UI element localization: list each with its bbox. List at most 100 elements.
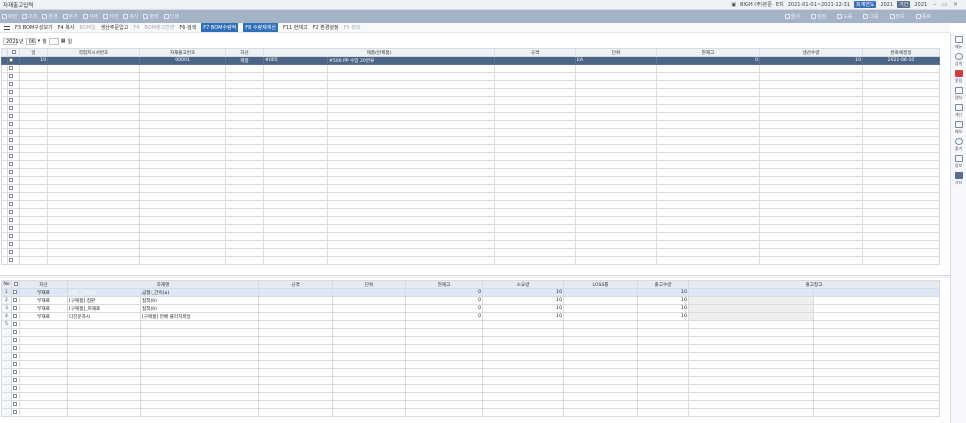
row-checkbox[interactable] (7, 64, 20, 73)
cell-req[interactable] (482, 320, 564, 329)
toolbar-right-button-0[interactable]: 즐겨 (784, 13, 800, 20)
table-row[interactable] (1, 144, 940, 153)
empty-cell[interactable] (759, 88, 863, 97)
toolbar-right-button-1[interactable]: 설정 (810, 13, 826, 20)
checkbox[interactable] (13, 337, 17, 342)
empty-cell[interactable] (575, 184, 657, 193)
cell-spec[interactable] (258, 288, 333, 297)
empty-cell[interactable] (225, 168, 264, 177)
empty-cell[interactable] (19, 128, 48, 137)
empty-cell[interactable] (263, 80, 328, 89)
fkey-button-1[interactable]: F4 복사 (58, 24, 75, 31)
empty-cell[interactable] (494, 152, 576, 161)
empty-cell[interactable] (482, 400, 564, 409)
empty-cell[interactable] (47, 248, 140, 257)
empty-cell[interactable] (862, 120, 940, 129)
table-row[interactable] (1, 152, 940, 161)
empty-cell[interactable] (67, 392, 141, 401)
table-row[interactable]: 3 부재료 [구매품]_피재료 접착(0) 0 10 10 (1, 304, 940, 313)
toolbar-button-6[interactable]: 복사 (123, 13, 138, 20)
empty-cell[interactable] (140, 392, 259, 401)
checkbox[interactable] (9, 113, 13, 118)
table-row[interactable]: 4 부재료 디진문자사 [구매품] 만배 플러치파일 0 10 10 (1, 312, 940, 321)
cell-out[interactable]: 10 (637, 304, 689, 313)
empty-cell[interactable] (47, 112, 140, 121)
checkbox[interactable] (9, 233, 13, 238)
empty-cell[interactable] (563, 376, 638, 385)
cell-out[interactable]: 10 (637, 296, 689, 305)
checkbox[interactable] (13, 393, 17, 398)
empty-cell[interactable] (19, 344, 68, 353)
empty-cell[interactable] (19, 112, 48, 121)
row-checkbox[interactable] (7, 176, 20, 185)
company-name[interactable]: BIGH (주)본준 (740, 1, 772, 8)
empty-cell[interactable] (332, 336, 406, 345)
row-checkbox[interactable] (7, 256, 20, 265)
checkbox[interactable] (13, 353, 17, 358)
checkbox[interactable] (9, 153, 13, 158)
empty-cell[interactable] (759, 112, 863, 121)
checkbox[interactable] (13, 409, 17, 414)
empty-cell[interactable] (563, 384, 638, 393)
cell-req[interactable]: 10 (482, 304, 564, 313)
cell-wh[interactable] (688, 320, 814, 329)
empty-cell[interactable] (482, 408, 564, 417)
empty-cell[interactable] (47, 184, 140, 193)
empty-cell[interactable] (405, 336, 483, 345)
cell-due[interactable]: 2021-06-10 (862, 56, 940, 65)
empty-cell[interactable] (813, 328, 940, 337)
empty-cell[interactable] (494, 168, 576, 177)
empty-cell[interactable] (19, 104, 48, 113)
empty-cell[interactable] (813, 408, 940, 417)
checkbox[interactable] (9, 73, 13, 78)
row-checkbox[interactable] (11, 336, 20, 345)
empty-cell[interactable] (405, 352, 483, 361)
empty-cell[interactable] (47, 104, 140, 113)
row-checkbox[interactable] (7, 136, 20, 145)
empty-cell[interactable] (263, 160, 328, 169)
empty-cell[interactable] (263, 152, 328, 161)
empty-cell[interactable] (563, 344, 638, 353)
empty-cell[interactable] (225, 72, 264, 81)
empty-cell[interactable] (67, 384, 141, 393)
empty-cell[interactable] (862, 256, 940, 265)
empty-cell[interactable] (19, 96, 48, 105)
empty-cell[interactable] (263, 248, 328, 257)
empty-cell[interactable] (575, 136, 657, 145)
checkbox[interactable] (9, 137, 13, 142)
empty-cell[interactable] (759, 200, 863, 209)
empty-cell[interactable] (327, 192, 495, 201)
empty-cell[interactable] (494, 176, 576, 185)
column-header[interactable]: 자산 (19, 280, 68, 289)
cell-asset[interactable]: 부재료 (19, 296, 68, 305)
close-icon[interactable]: ✕ (951, 1, 960, 8)
empty-cell[interactable] (139, 232, 226, 241)
empty-cell[interactable] (263, 232, 328, 241)
empty-cell[interactable] (862, 168, 940, 177)
row-checkbox[interactable] (7, 120, 20, 129)
empty-cell[interactable] (19, 216, 48, 225)
empty-cell[interactable] (494, 144, 576, 153)
row-checkbox[interactable] (7, 232, 20, 241)
cell-unit[interactable] (332, 288, 406, 297)
empty-cell[interactable] (656, 152, 760, 161)
sidebar-item-2[interactable]: 알림 (954, 70, 963, 84)
sidebar-item-7[interactable]: 정보 (954, 155, 963, 169)
table-row[interactable] (1, 352, 940, 361)
empty-cell[interactable] (19, 80, 48, 89)
cell-loss[interactable] (563, 288, 638, 297)
empty-cell[interactable] (688, 328, 814, 337)
empty-cell[interactable] (19, 200, 48, 209)
empty-cell[interactable] (19, 168, 48, 177)
empty-cell[interactable] (656, 216, 760, 225)
empty-cell[interactable] (47, 88, 140, 97)
empty-cell[interactable] (225, 184, 264, 193)
hamburger-icon[interactable] (4, 25, 10, 30)
empty-cell[interactable] (656, 176, 760, 185)
empty-cell[interactable] (575, 152, 657, 161)
checkbox[interactable] (13, 297, 17, 302)
empty-cell[interactable] (263, 224, 328, 233)
empty-cell[interactable] (575, 120, 657, 129)
row-checkbox[interactable] (7, 112, 20, 121)
empty-cell[interactable] (139, 200, 226, 209)
